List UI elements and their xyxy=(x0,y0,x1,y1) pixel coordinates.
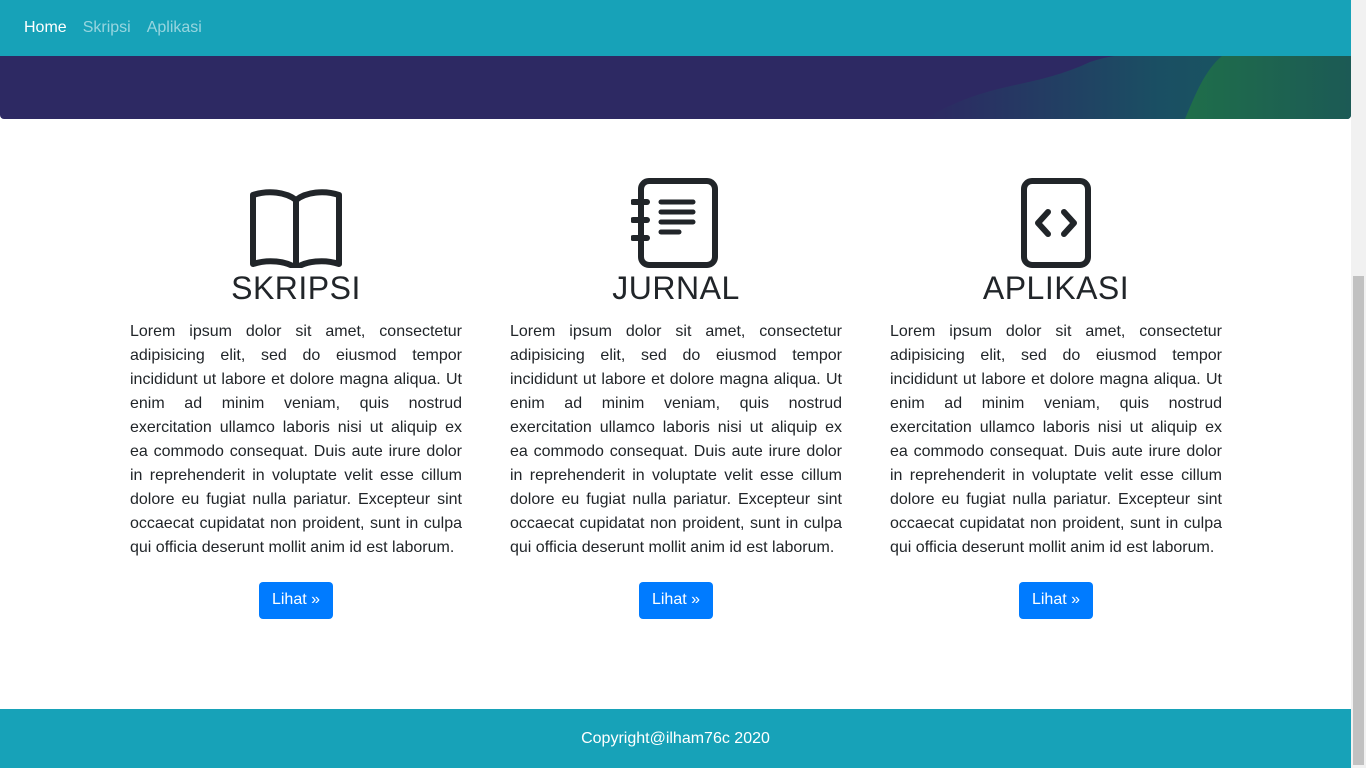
nav-link-aplikasi[interactable]: Aplikasi xyxy=(147,18,202,38)
nav-link-skripsi[interactable]: Skripsi xyxy=(83,18,131,38)
copyright-text: Copyright@ilham76c 2020 xyxy=(581,729,770,747)
scrollbar-thumb[interactable] xyxy=(1353,276,1364,765)
vertical-scrollbar[interactable] xyxy=(1351,0,1366,768)
code-file-icon xyxy=(1020,172,1092,268)
card-title: JURNAL xyxy=(612,270,740,306)
card-title: SKRIPSI xyxy=(231,270,361,306)
journal-icon xyxy=(631,172,721,268)
view-jurnal-button[interactable]: Lihat » xyxy=(638,582,714,619)
card-skripsi: SKRIPSI Lorem ipsum dolor sit amet, cons… xyxy=(130,172,462,619)
view-aplikasi-button[interactable]: Lihat » xyxy=(1018,582,1094,619)
card-text: Lorem ipsum dolor sit amet, consectetur … xyxy=(510,323,842,556)
card-text: Lorem ipsum dolor sit amet, consectetur … xyxy=(890,323,1222,556)
view-skripsi-button[interactable]: Lihat » xyxy=(258,582,334,619)
page: Home Skripsi Aplikasi SKRIPSI Lorem ipsu… xyxy=(0,0,1351,768)
book-icon xyxy=(250,172,342,268)
footer: Copyright@ilham76c 2020 xyxy=(0,709,1351,768)
card-text: Lorem ipsum dolor sit amet, consectetur … xyxy=(130,323,462,556)
card-title: APLIKASI xyxy=(982,270,1130,306)
nav-link-home[interactable]: Home xyxy=(24,18,67,38)
card-jurnal: JURNAL Lorem ipsum dolor sit amet, conse… xyxy=(510,172,842,619)
top-navbar: Home Skripsi Aplikasi xyxy=(0,0,1351,56)
card-aplikasi: APLIKASI Lorem ipsum dolor sit amet, con… xyxy=(890,172,1222,619)
